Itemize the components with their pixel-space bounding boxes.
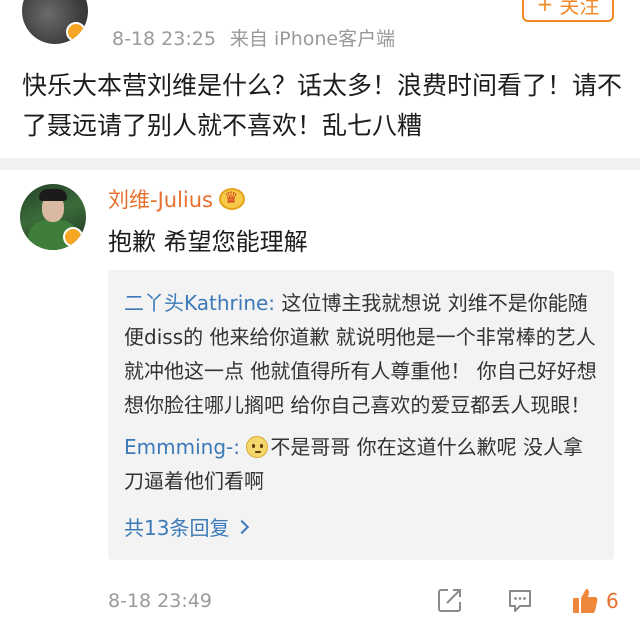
- reply-time: 8-18 23:49: [108, 590, 212, 612]
- reply-author-name-row[interactable]: 刘维-Julius: [108, 184, 245, 214]
- share-button[interactable]: [436, 586, 464, 614]
- sub-comment-user[interactable]: 二丫头Kathrine:: [124, 291, 275, 315]
- follow-button[interactable]: + 关注: [522, 0, 614, 22]
- plus-icon: +: [536, 0, 554, 16]
- verified-badge-icon: [63, 227, 83, 247]
- like-count: 6: [606, 589, 619, 613]
- crown-badge-icon: [219, 188, 245, 210]
- follow-label: 关注: [559, 0, 600, 18]
- share-icon: [438, 589, 461, 612]
- post-time: 8-18 23:25: [112, 28, 216, 50]
- sub-comments-box[interactable]: 二丫头Kathrine: 这位博主我就想说 刘维不是你能随便diss的 他来给你…: [108, 270, 614, 560]
- sub-comment-user[interactable]: Emmming-:: [124, 435, 240, 459]
- reply-author-avatar[interactable]: [20, 184, 86, 250]
- thumbs-up-icon: [573, 589, 598, 613]
- reply-author-name[interactable]: 刘维-Julius: [108, 184, 213, 214]
- more-replies-label: 共13条回复: [124, 516, 230, 540]
- post-author-avatar[interactable]: [22, 0, 88, 44]
- post-source: 来自 iPhone客户端: [229, 28, 396, 50]
- post-meta: 8-18 23:25 来自 iPhone客户端: [112, 24, 395, 51]
- chevron-right-icon: [235, 519, 250, 534]
- post-text: 快乐大本营刘维是什么？话太多！浪费时间看了！请不了聂远请了别人就不喜欢！乱七八糟: [22, 71, 623, 140]
- verified-badge-icon: [66, 22, 86, 42]
- comment-icon: [509, 590, 531, 612]
- sub-comment: 二丫头Kathrine: 这位博主我就想说 刘维不是你能随便diss的 他来给你…: [124, 286, 600, 422]
- reply-footer: 8-18 23:49 6: [108, 586, 624, 620]
- section-divider: [0, 158, 640, 170]
- reply-text: 抱歉 希望您能理解: [108, 228, 308, 256]
- like-button[interactable]: 6: [570, 586, 619, 616]
- original-post: 8-18 23:25 来自 iPhone客户端 + 关注 快乐大本营刘维是什么？话…: [0, 0, 640, 158]
- sub-comment: Emmming-: 不是哥哥 你在这道什么歉呢 没人拿刀逼着他们看啊: [124, 430, 600, 498]
- confused-face-emoji-icon: [246, 436, 269, 458]
- comment-button[interactable]: [506, 586, 534, 614]
- more-replies-link[interactable]: 共13条回复: [124, 512, 600, 541]
- reply-card: 刘维-Julius 抱歉 希望您能理解 二丫头Kathrine: 这位博主我就想…: [0, 170, 640, 640]
